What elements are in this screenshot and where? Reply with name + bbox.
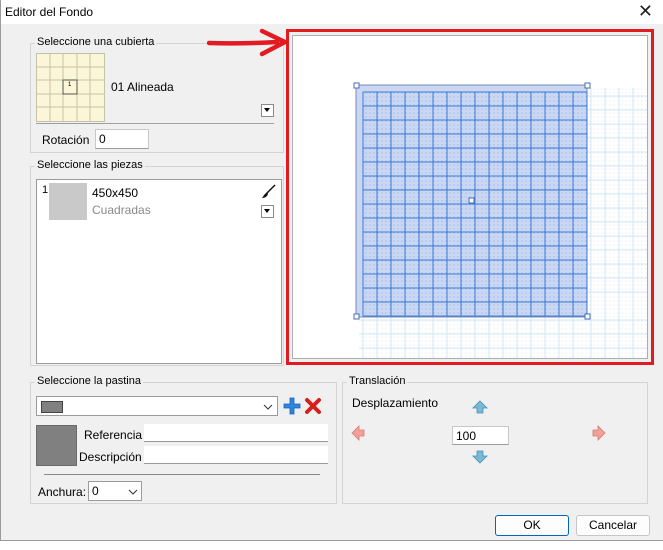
- desplazamiento-label: Desplazamiento: [352, 396, 439, 410]
- cubierta-dropdown-button[interactable]: [261, 104, 274, 117]
- editor-del-fondo-window: Editor del Fondo ✕ Seleccione una cubier…: [0, 0, 663, 541]
- arrow-left-icon[interactable]: [351, 425, 365, 441]
- pieza-index: 1: [42, 184, 49, 196]
- anchura-label: Anchura:: [38, 485, 87, 499]
- cubierta-divider: [36, 123, 274, 124]
- pieza-size: 450x450: [92, 186, 139, 200]
- piezas-list[interactable]: 1 450x450 Cuadradas: [36, 179, 282, 364]
- pieza-swatch: [49, 183, 87, 220]
- rotation-label: Rotación: [42, 133, 90, 147]
- cubierta-thumbnail[interactable]: 1: [36, 53, 105, 122]
- rotation-input[interactable]: 0: [95, 129, 149, 149]
- pastina-select[interactable]: [36, 396, 278, 416]
- pastina-select-swatch: [41, 401, 63, 413]
- traslacion-group-label: Translación: [347, 375, 408, 387]
- delete-icon[interactable]: [304, 397, 322, 415]
- window-title: Editor del Fondo: [5, 5, 94, 19]
- descripcion-label: Descripción: [79, 450, 142, 464]
- anchura-value: 0: [92, 484, 99, 498]
- paintbrush-icon[interactable]: [261, 183, 277, 199]
- cancel-button[interactable]: Cancelar: [576, 515, 650, 536]
- pieza-type: Cuadradas: [92, 203, 151, 217]
- pieza-list-item[interactable]: 1 450x450 Cuadradas: [37, 180, 281, 224]
- annotation-arrow: [207, 28, 288, 57]
- preview-canvas[interactable]: [292, 35, 648, 359]
- chevron-down-icon: [128, 489, 138, 495]
- add-icon[interactable]: [283, 397, 301, 415]
- tile-layout-drawing: [353, 82, 647, 358]
- ok-button[interactable]: OK: [495, 515, 569, 536]
- cubierta-name: 01 Alineada: [111, 80, 174, 94]
- arrow-down-icon[interactable]: [472, 450, 488, 464]
- arrow-right-icon[interactable]: [592, 425, 606, 441]
- referencia-input[interactable]: [144, 424, 328, 442]
- arrow-up-icon[interactable]: [472, 400, 488, 414]
- title-bar: Editor del Fondo ✕: [1, 0, 663, 24]
- referencia-label: Referencia: [84, 428, 143, 442]
- chevron-down-icon: [263, 404, 273, 410]
- piezas-group-label: Seleccione las piezas: [35, 159, 145, 171]
- pastina-color-swatch[interactable]: [36, 425, 77, 466]
- desplazamiento-input[interactable]: 100: [452, 426, 509, 445]
- cubierta-group-label: Seleccione una cubierta: [35, 36, 157, 48]
- pastina-group-label: Seleccione la pastina: [35, 375, 143, 387]
- cubierta-thumbnail-label: 1: [68, 82, 72, 88]
- descripcion-input[interactable]: [144, 446, 328, 464]
- anchura-select[interactable]: 0: [88, 481, 142, 501]
- pieza-dropdown-button[interactable]: [261, 205, 274, 218]
- pastina-divider: [44, 474, 320, 475]
- close-icon[interactable]: ✕: [638, 2, 653, 20]
